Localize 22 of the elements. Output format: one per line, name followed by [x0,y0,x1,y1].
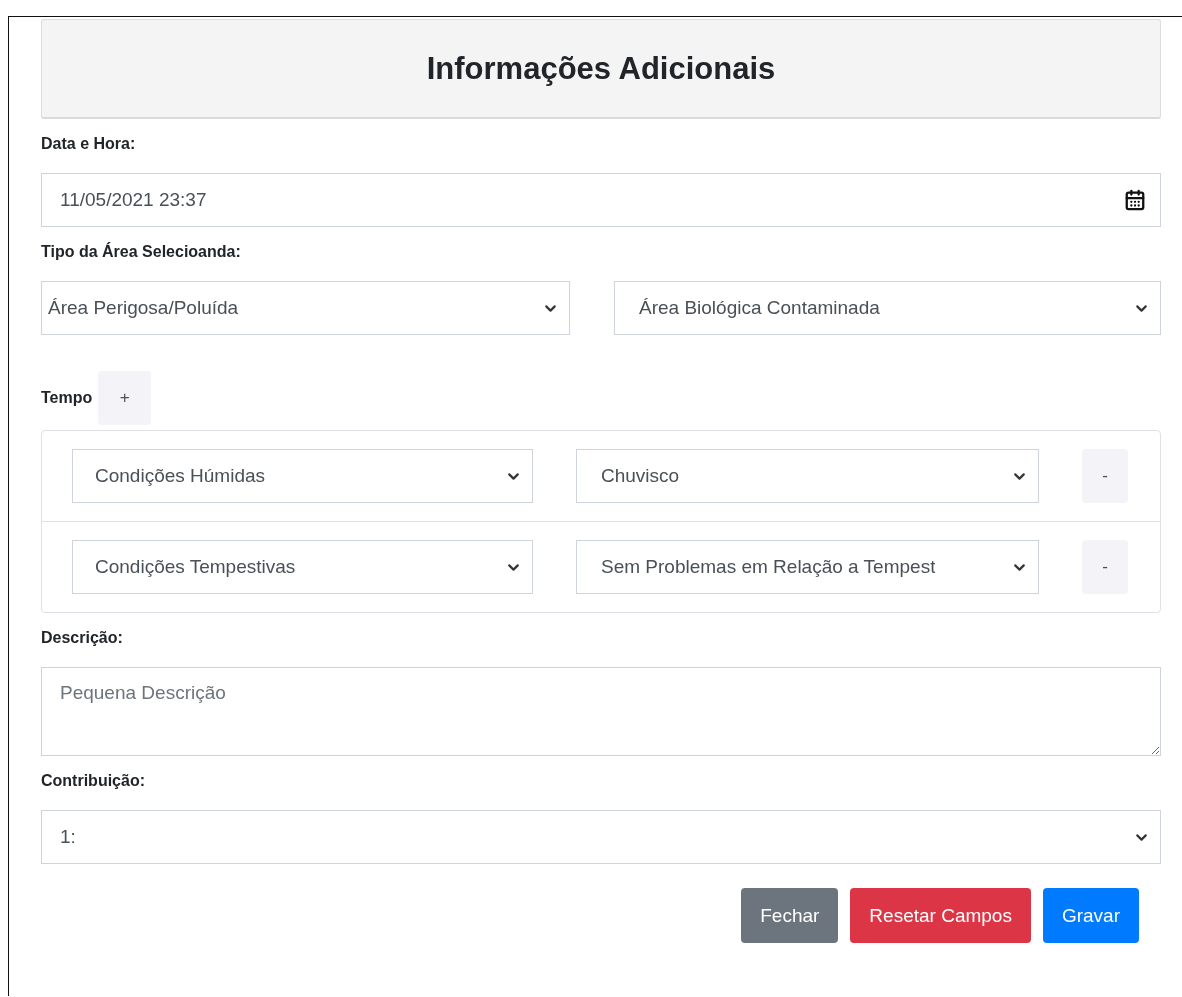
select-field[interactable]: Sem Problemas em Relação a Tempest [576,540,1039,594]
select-field[interactable]: Condições Tempestivas [72,540,533,594]
field-label: Tempo [41,389,93,407]
remove-button[interactable]: - [1082,449,1128,503]
select-field[interactable]: Condições Húmidas [72,449,533,503]
calendar-icon [1124,189,1146,211]
field-label: Data e Hora: [41,135,136,153]
add-button[interactable]: + [98,371,152,425]
select-field[interactable]: Área Perigosa/Poluída [41,281,570,335]
field-label: Contribuição: [41,772,145,790]
select-field[interactable]: Área Biológica Contaminada [614,281,1161,335]
remove-button[interactable]: - [1082,540,1128,594]
field-label: Tipo da Área Selecioanda: [41,243,241,261]
save-button[interactable]: Gravar [1042,888,1139,943]
datetime-field[interactable]: 11/05/2021 23:37 [41,173,1161,227]
description-field[interactable]: Pequena Descrição [41,667,1161,756]
select-field[interactable]: 1: [41,810,1161,864]
select-field[interactable]: Chuvisco [576,449,1039,503]
close-button[interactable]: Fechar [741,888,839,943]
field-label: Descrição: [41,629,123,647]
reset-button[interactable]: Resetar Campos [850,888,1031,943]
form-title: Informações Adicionais [426,50,776,87]
